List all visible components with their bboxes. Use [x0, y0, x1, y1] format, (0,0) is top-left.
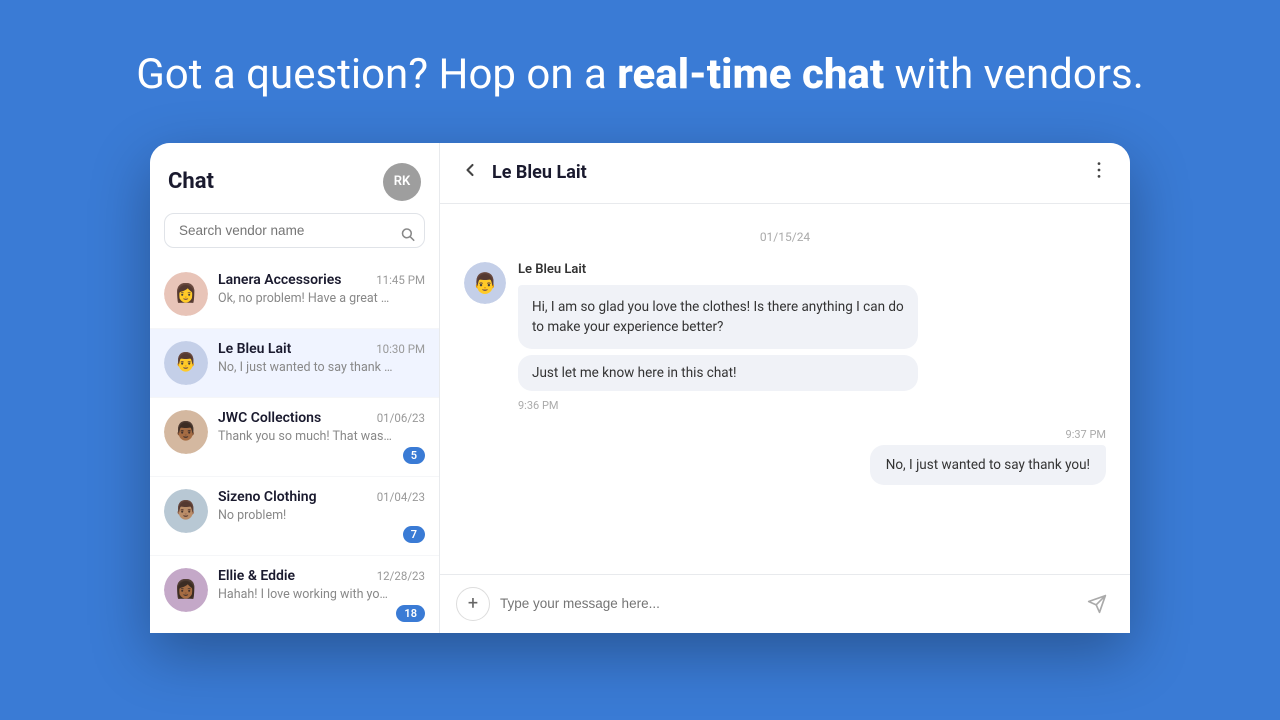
message-input[interactable] — [500, 596, 1070, 611]
message-time: 01/04/23 — [377, 490, 425, 504]
message-preview: Thank you so much! That was very helpful… — [218, 429, 393, 444]
message-time: 10:30 PM — [376, 342, 425, 356]
chat-panel-title: Chat — [168, 169, 214, 194]
vendor-name: Lanera Accessories — [218, 272, 341, 288]
vendor-name: Le Bleu Lait — [218, 341, 291, 357]
chat-list-panel: Chat RK 👩 Lanera Accessories 11:45 P — [150, 143, 440, 633]
message-row: 👨 Le Bleu Lait Hi, I am so glad you love… — [464, 262, 1106, 413]
attach-button[interactable]: + — [456, 587, 490, 621]
chat-messages: 01/15/24 👨 Le Bleu Lait Hi, I am so glad… — [440, 204, 1130, 574]
chat-item-content: Lanera Accessories 11:45 PM Ok, no probl… — [218, 272, 425, 306]
chat-window: Le Bleu Lait 01/15/24 👨 Le Bleu Lait Hi,… — [440, 143, 1130, 633]
search-input[interactable] — [164, 213, 425, 248]
message-time: 12/28/23 — [377, 569, 425, 583]
avatar: 👨 — [464, 262, 506, 304]
search-container — [150, 213, 439, 260]
chat-item-content: Sizeno Clothing 01/04/23 No problem! 7 — [218, 489, 425, 543]
message-preview: No, I just wanted to say thank you! — [218, 360, 393, 375]
sender-name: Le Bleu Lait — [518, 262, 918, 277]
unread-badge: 7 — [403, 526, 425, 543]
list-item[interactable]: 👩🏾 Ellie & Eddie 12/28/23 Hahah! I love … — [150, 556, 439, 633]
chat-item-content: Ellie & Eddie 12/28/23 Hahah! I love wor… — [218, 568, 425, 622]
date-divider: 01/15/24 — [464, 230, 1106, 244]
back-button[interactable] — [460, 160, 480, 185]
vendor-name: Sizeno Clothing — [218, 489, 317, 505]
message-time: 9:36 PM — [518, 399, 918, 412]
avatar: 👨🏽 — [164, 489, 208, 533]
message-bubble: Just let me know here in this chat! — [518, 355, 918, 391]
vendor-name: JWC Collections — [218, 410, 321, 426]
unread-badge: 18 — [396, 605, 425, 622]
avatar: 👩 — [164, 272, 208, 316]
message-bubble: Hi, I am so glad you love the clothes! I… — [518, 285, 918, 350]
app-window: Chat RK 👩 Lanera Accessories 11:45 P — [150, 143, 1130, 633]
header-left: Le Bleu Lait — [460, 160, 587, 185]
message-row-right: 9:37 PM No, I just wanted to say thank y… — [464, 428, 1106, 485]
user-avatar[interactable]: RK — [383, 163, 421, 201]
chat-items-list: 👩 Lanera Accessories 11:45 PM Ok, no pro… — [150, 260, 439, 633]
message-preview: No problem! — [218, 508, 393, 523]
list-item[interactable]: 👨 Le Bleu Lait 10:30 PM No, I just wante… — [150, 329, 439, 398]
avatar: 👨🏾 — [164, 410, 208, 454]
vendor-name: Ellie & Eddie — [218, 568, 295, 584]
list-item[interactable]: 👨🏽 Sizeno Clothing 01/04/23 No problem! … — [150, 477, 439, 556]
message-preview: Hahah! I love working with you Sasha! — [218, 587, 393, 602]
active-vendor-name: Le Bleu Lait — [492, 162, 587, 183]
message-time: 11:45 PM — [376, 273, 425, 287]
message-preview: Ok, no problem! Have a great day! — [218, 291, 393, 306]
message-group: Le Bleu Lait Hi, I am so glad you love t… — [518, 262, 918, 413]
message-time: 01/06/23 — [377, 411, 425, 425]
chat-item-content: Le Bleu Lait 10:30 PM No, I just wanted … — [218, 341, 425, 375]
message-bubble-right: No, I just wanted to say thank you! — [870, 445, 1106, 485]
hero-heading: Got a question? Hop on a real-time chat … — [136, 48, 1144, 103]
unread-badge: 5 — [403, 447, 425, 464]
list-item[interactable]: 👨🏾 JWC Collections 01/06/23 Thank you so… — [150, 398, 439, 477]
avatar: 👨 — [164, 341, 208, 385]
send-button[interactable] — [1080, 587, 1114, 621]
chat-item-content: JWC Collections 01/06/23 Thank you so mu… — [218, 410, 425, 464]
list-item[interactable]: 👩 Lanera Accessories 11:45 PM Ok, no pro… — [150, 260, 439, 329]
chat-input-area: + — [440, 574, 1130, 633]
search-icon — [400, 227, 415, 246]
message-time-above: 9:37 PM — [1066, 428, 1106, 441]
chat-window-header: Le Bleu Lait — [440, 143, 1130, 204]
avatar: 👩🏾 — [164, 568, 208, 612]
chat-list-header: Chat RK — [150, 143, 439, 213]
more-options-icon[interactable] — [1088, 159, 1110, 187]
